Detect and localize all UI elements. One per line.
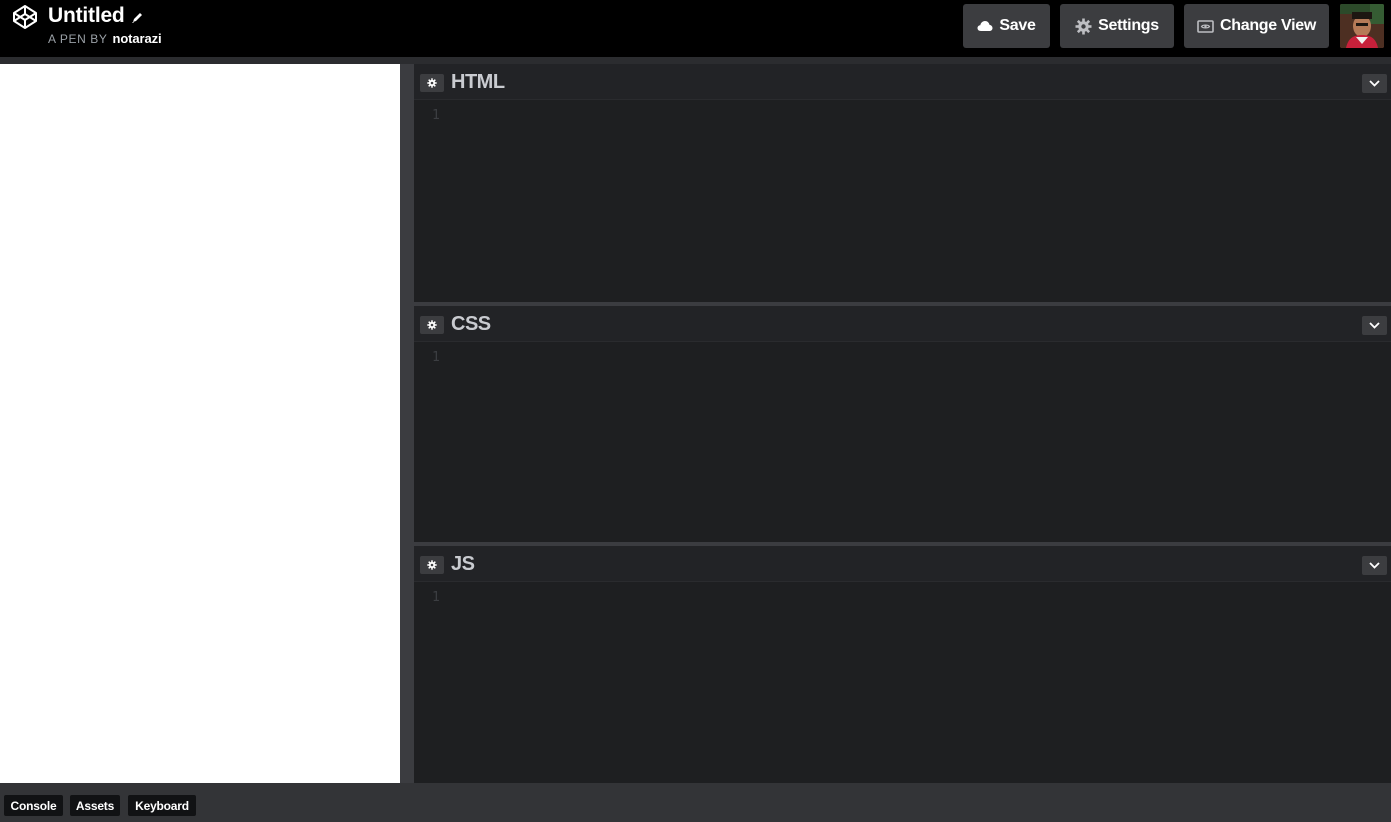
js-code-area[interactable]: 1 [414, 582, 1391, 782]
change-view-button-label: Change View [1220, 17, 1316, 34]
byline-username[interactable]: notarazi [113, 31, 162, 46]
html-editor: HTML 1 [414, 64, 1391, 303]
view-icon [1197, 19, 1214, 33]
line-number: 1 [432, 108, 440, 123]
css-editor-header: CSS [414, 306, 1391, 342]
save-button-label: Save [999, 17, 1036, 34]
pane-resize-handle[interactable] [400, 64, 414, 783]
pencil-icon[interactable] [131, 11, 144, 24]
settings-button-label: Settings [1098, 17, 1159, 34]
codepen-logo-icon[interactable] [12, 4, 38, 30]
html-collapse-chevron-down-icon[interactable] [1362, 74, 1387, 93]
line-number: 1 [432, 350, 440, 365]
css-settings-gear-icon[interactable] [420, 316, 444, 334]
html-editor-title: HTML [451, 71, 505, 93]
js-editor-title: JS [451, 553, 475, 575]
line-number: 1 [432, 590, 440, 605]
settings-button[interactable]: Settings [1060, 4, 1174, 48]
console-button[interactable]: Console [4, 795, 63, 816]
js-editor: JS 1 [414, 546, 1391, 783]
user-avatar[interactable] [1340, 4, 1384, 48]
pen-title-group: Untitled [48, 3, 144, 29]
css-collapse-chevron-down-icon[interactable] [1362, 316, 1387, 335]
js-collapse-chevron-down-icon[interactable] [1362, 556, 1387, 575]
html-code-area[interactable]: 1 [414, 100, 1391, 300]
js-settings-gear-icon[interactable] [420, 556, 444, 574]
pen-title[interactable]: Untitled [48, 4, 125, 28]
html-settings-gear-icon[interactable] [420, 74, 444, 92]
bottom-toolbar: Console Assets Keyboard [0, 783, 1391, 822]
byline-prefix: A PEN BY [48, 32, 108, 46]
html-editor-header: HTML [414, 64, 1391, 100]
save-button[interactable]: Save [963, 4, 1050, 48]
top-header: Untitled A PEN BY notarazi Save Settings… [0, 0, 1391, 58]
result-preview-pane[interactable] [0, 64, 400, 783]
cloud-icon [977, 20, 993, 32]
keyboard-button[interactable]: Keyboard [128, 795, 196, 816]
css-editor-title: CSS [451, 313, 491, 335]
js-editor-header: JS [414, 546, 1391, 582]
assets-button[interactable]: Assets [70, 795, 120, 816]
change-view-button[interactable]: Change View [1184, 4, 1329, 48]
pen-byline: A PEN BY notarazi [48, 31, 162, 46]
css-editor: CSS 1 [414, 306, 1391, 543]
gear-icon [1075, 18, 1092, 35]
css-code-area[interactable]: 1 [414, 342, 1391, 542]
